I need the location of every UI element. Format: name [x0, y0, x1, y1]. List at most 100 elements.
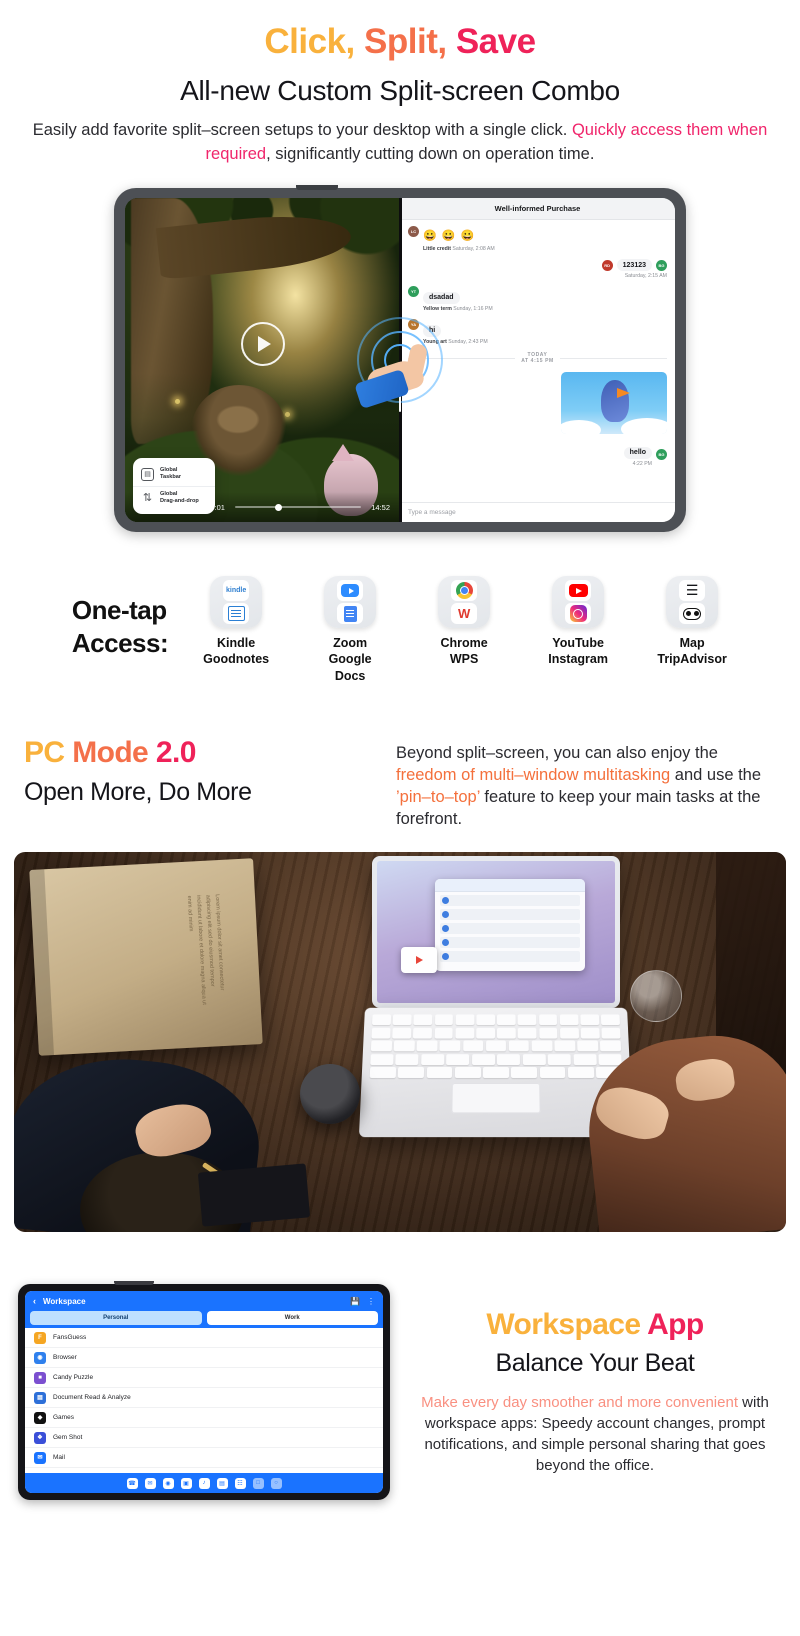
chat-message: RD 123123 BG Saturday, 2:15 AM [408, 259, 667, 279]
small-notebook [197, 1163, 311, 1227]
app-combo-map-tripadvisor[interactable]: ☰ Map TripAdvisor [656, 576, 728, 684]
cloud-shape [561, 420, 601, 435]
games-icon: ◆ [34, 1411, 46, 1424]
drag-drop-icon: ⇅ [142, 492, 153, 505]
list-item[interactable]: ❖ Gem Shot [25, 1428, 383, 1449]
avatar: YT [408, 286, 419, 298]
list-item[interactable]: ✉ Mail [25, 1448, 383, 1469]
app-combo-kindle-goodnotes[interactable]: kindle Kindle Goodnotes [200, 576, 272, 684]
camera-icon[interactable]: ◉ [162, 1477, 174, 1489]
app-combo-youtube-instagram[interactable]: YouTube Instagram [542, 576, 614, 684]
pointing-hand-icon [354, 342, 441, 409]
hero-desc-part1: Easily add favorite split–screen setups … [32, 121, 572, 140]
list-item[interactable]: ▤ Document Read & Analyze [25, 1388, 383, 1409]
laptop-trackpad [451, 1083, 541, 1114]
message-sender: Yellow term [423, 306, 452, 313]
list-item-label: Games [53, 1414, 74, 1422]
workspace-desc-highlight: Make every day smoother and more conveni… [421, 1394, 738, 1412]
list-item[interactable]: ◉ Browser [25, 1348, 383, 1369]
hero-desc-part2: , significantly cutting down on operatio… [266, 144, 595, 163]
list-item[interactable]: ◆ Games [25, 1408, 383, 1429]
split-options-popup[interactable]: ▤ Global Taskbar ⇅ Global Drag-and-drop [133, 458, 215, 515]
gallery-icon[interactable]: ▣ [180, 1477, 192, 1489]
app-tile[interactable] [552, 576, 605, 629]
music-icon[interactable]: ♪ [198, 1477, 210, 1489]
app-tile[interactable]: ☰ [666, 576, 719, 629]
keyboard-row [370, 1053, 622, 1065]
title-part-save: Save [455, 22, 536, 61]
recent-icon[interactable]: □ [252, 1477, 264, 1489]
tripadvisor-icon [679, 603, 706, 625]
cloud-shape [621, 418, 667, 435]
popup-item-global-drag-drop[interactable]: ⇅ Global Drag-and-drop [133, 485, 215, 510]
workspace-title: Workspace App [408, 1308, 782, 1342]
split-screen-demo: ◀◀ ▶ ▶▶ 10:01 14:52 Well-informed Purcha… [0, 185, 800, 533]
app-combo-label-top: Chrome [440, 636, 488, 651]
hero-description: Easily add favorite split–screen setups … [0, 119, 800, 166]
window-list-row [440, 923, 580, 935]
list-item[interactable]: ■ Candy Puzzle [25, 1368, 383, 1389]
list-item-label: Document Read & Analyze [53, 1394, 131, 1402]
play-button[interactable] [240, 321, 285, 366]
tab-personal[interactable]: Personal [30, 1311, 202, 1326]
workspace-subtitle: Balance Your Beat [495, 1349, 695, 1378]
message-bubble: 😀 😀 😀 [423, 230, 476, 243]
hero-section: Click, Split, Save All-new Custom Split-… [0, 0, 800, 166]
app-tile[interactable]: kindle [210, 576, 263, 629]
save-icon[interactable]: 💾 [350, 1297, 360, 1306]
workspace-app-list: F FansGuess ◉ Browser ■ Candy Puzzle ▤ D… [25, 1328, 383, 1474]
message-time: 4:22 PM [632, 461, 652, 468]
laptop-screen [372, 856, 620, 1009]
pc-title-part1: PC [24, 735, 73, 769]
files-icon[interactable]: ▤ [216, 1477, 228, 1489]
document-icon: ▤ [34, 1391, 46, 1404]
list-item[interactable]: F FansGuess [25, 1328, 383, 1349]
app-combo-list: kindle Kindle Goodnotes Zoom Google Docs… [200, 576, 728, 684]
window-titlebar [435, 879, 585, 893]
tab-label: Work [284, 1315, 300, 1322]
desk-photo: Lorem ipsum dolor sit amet consectetur a… [14, 852, 786, 1233]
pc-mode-title: PC Mode 2.0 [24, 736, 362, 770]
pc-mode-heading-block: PC Mode 2.0 Open More, Do More [24, 736, 362, 807]
keyboard-row [369, 1067, 623, 1079]
popup-label-line1: Global [160, 467, 178, 474]
home-icon[interactable]: ○ [270, 1477, 282, 1489]
workspace-tablet-device: ‹ Workspace 💾 ⋮ Personal Work F FansGues… [18, 1281, 390, 1501]
video-progress-bar[interactable] [234, 503, 362, 511]
open-notebook: Lorem ipsum dolor sit amet consectetur a… [29, 858, 263, 1057]
title-part-split: Split, [364, 22, 447, 61]
chat-message: LC 😀 😀 😀 Little credit Saturday, 2:08 AM [408, 226, 667, 252]
more-vertical-icon[interactable]: ⋮ [367, 1297, 375, 1306]
message-time: Sunday, 1:16 PM [453, 306, 493, 313]
phone-icon[interactable]: ☎ [126, 1477, 138, 1489]
app-tile[interactable] [324, 576, 377, 629]
chat-message: hello 4:22 PM BG [408, 441, 667, 467]
date-divider: TODAY AT 4:15 PM [408, 352, 667, 364]
chat-message [408, 372, 667, 435]
back-chevron-icon[interactable]: ‹ [33, 1296, 36, 1306]
title-part-click: Click, [264, 22, 355, 61]
app-combo-chrome-wps[interactable]: W Chrome WPS [428, 576, 500, 684]
chat-message: YT dsadad Yellow term Sunday, 1:16 PM [408, 286, 667, 312]
avatar: BG [656, 259, 667, 271]
message-time: Saturday, 2:08 AM [452, 246, 495, 253]
chat-input[interactable]: Type a message [400, 502, 675, 523]
pc-desc-highlight1: freedom of multi–window multitasking [396, 765, 671, 784]
laptop-chat-window [435, 879, 585, 972]
keyboard-row [370, 1040, 622, 1052]
app-tile[interactable]: W [438, 576, 491, 629]
bird-sticker[interactable] [561, 372, 667, 435]
tab-work[interactable]: Work [206, 1311, 378, 1326]
lifestyle-photo-section: Lorem ipsum dolor sit amet consectetur a… [0, 852, 800, 1233]
drinking-glass [630, 970, 682, 1023]
apps-icon[interactable]: ☷ [234, 1477, 246, 1489]
list-item-label: FansGuess [53, 1334, 87, 1342]
pc-desc-highlight2: ’pin–to–top’ [396, 788, 480, 807]
hero-subtitle: All-new Custom Split-screen Combo [180, 75, 620, 107]
popup-label-line2: Drag-and-drop [160, 497, 199, 504]
chat-input-placeholder: Type a message [408, 509, 456, 517]
google-docs-icon [337, 603, 364, 625]
message-icon[interactable]: ✉ [144, 1477, 156, 1489]
popup-item-global-taskbar[interactable]: ▤ Global Taskbar [133, 463, 215, 486]
app-combo-zoom-googledocs[interactable]: Zoom Google Docs [314, 576, 386, 684]
